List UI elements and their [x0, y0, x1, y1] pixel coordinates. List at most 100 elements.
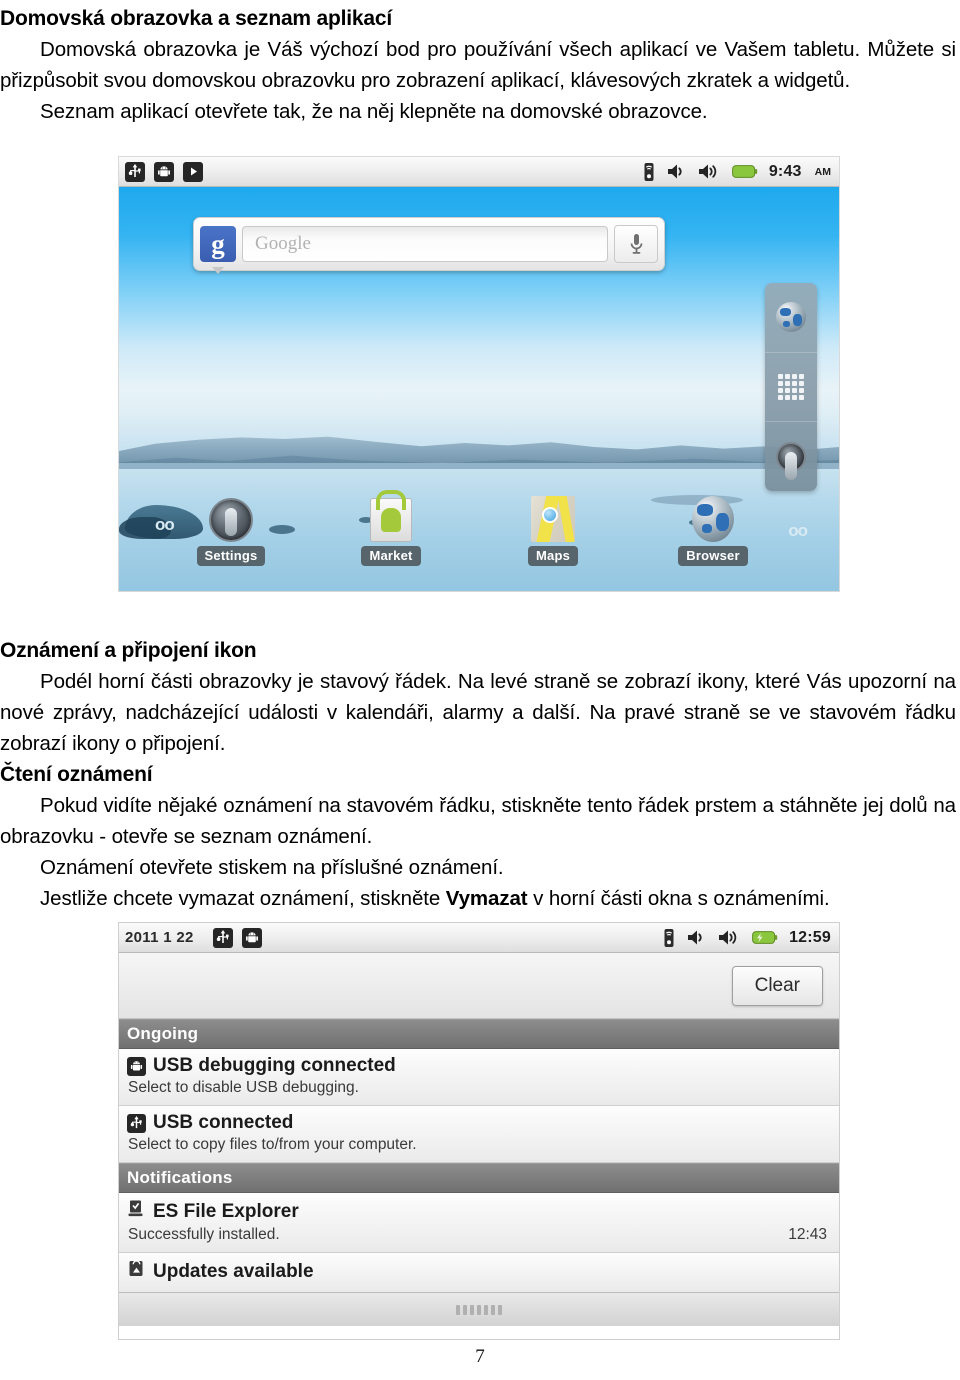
home-status-bar: 9:43 AM [119, 157, 839, 187]
notification-title-row: USB debugging connected [127, 1055, 829, 1077]
battery-icon [731, 164, 758, 179]
notification-item[interactable]: USB debugging connected Select to disabl… [119, 1049, 839, 1106]
notification-item[interactable]: Updates available [119, 1253, 839, 1292]
volume-ring-icon [718, 929, 741, 946]
text-block-middle-2: Čtení oznámení Pokud vidíte nějaké oznám… [0, 760, 958, 914]
google-logo-icon[interactable]: g [200, 226, 236, 274]
android-icon [154, 161, 174, 182]
play-icon [183, 161, 203, 182]
notification-status-left: 2011 1 22 [125, 927, 262, 948]
dock-icon-maps [499, 492, 607, 542]
usb-icon [125, 161, 145, 182]
notification-status-bar: 2011 1 22 12:59 [119, 923, 839, 953]
paragraph-6-bold: Vymazat [445, 887, 528, 910]
browser-globe-icon [692, 496, 734, 542]
google-search-widget[interactable]: g Google [193, 217, 665, 274]
notification-subtitle: Successfully installed. [128, 1226, 280, 1243]
side-panel-browser-button[interactable] [765, 283, 817, 352]
dock-item-settings[interactable]: Settings [177, 492, 285, 566]
chevron-down-icon[interactable] [212, 267, 224, 274]
volume-icon [687, 929, 707, 946]
google-logo-letter: g [211, 228, 225, 259]
paragraph-6: Jestliže chcete vymazat oznámení, stiskn… [0, 883, 956, 914]
home-dock: Settings Market Maps Browser [119, 492, 839, 588]
status-bar-right-icons: 9:43 AM [642, 162, 831, 182]
dock-item-market[interactable]: Market [337, 492, 445, 566]
notification-title: USB connected [153, 1112, 294, 1133]
dock-icon-settings [177, 492, 285, 542]
search-input[interactable]: Google [242, 226, 608, 262]
page-title: Domovská obrazovka a seznam aplikací [0, 7, 392, 30]
market-bag-icon [370, 498, 412, 542]
usb-icon [212, 927, 233, 948]
paragraph-6-before: Jestliže chcete vymazat oznámení, stiskn… [40, 887, 446, 910]
battery-charging-icon [752, 930, 778, 945]
voice-search-button[interactable] [614, 225, 658, 263]
dock-item-maps[interactable]: Maps [499, 492, 607, 566]
settings-icon [209, 498, 253, 542]
section-heading-notifications: Oznámení a připojení ikon [0, 639, 257, 662]
status-bar-date: 2011 1 22 [125, 929, 194, 946]
paragraph-1: Domovská obrazovka je Váš výchozí bod pr… [0, 38, 956, 92]
signal-icon [662, 928, 676, 948]
notification-drag-handle[interactable] [119, 1292, 839, 1326]
home-screen-wallpaper: oo oo g Google Settings Market Maps Brow… [119, 187, 839, 591]
download-done-icon [127, 1199, 146, 1224]
section-header-notifications: Notifications [119, 1163, 839, 1193]
section-header-ongoing: Ongoing [119, 1019, 839, 1049]
clear-button[interactable]: Clear [731, 965, 823, 1006]
notification-status-right: 12:59 [662, 928, 831, 948]
microphone-icon [630, 234, 642, 254]
notification-subtitle: Select to copy files to/from your comput… [128, 1136, 417, 1153]
paragraph-6-after: v horní části okna s oznámeními. [527, 887, 830, 910]
market-update-icon [127, 1259, 146, 1284]
volume-ring-icon [698, 163, 721, 180]
mountain-range-far [119, 436, 839, 463]
android-icon [241, 927, 262, 948]
dock-label-market: Market [361, 546, 421, 566]
text-block-top: Domovská obrazovka a seznam aplikací Dom… [0, 4, 958, 127]
notification-status-time: 12:59 [789, 928, 831, 946]
paragraph-2: Seznam aplikací otevřete tak, že na něj … [40, 100, 708, 123]
status-bar-left-icons [125, 161, 203, 182]
volume-icon [667, 163, 687, 180]
drag-grip-icon [456, 1304, 502, 1315]
dock-label-settings: Settings [196, 546, 266, 566]
home-screen-screenshot: 9:43 AM oo oo g Google Settings Market M… [118, 156, 840, 592]
notification-panel-screenshot: 2011 1 22 12:59 Clear Ongoing USB debugg… [118, 922, 840, 1340]
paragraph-5: Oznámení otevřete stiskem na příslušné o… [40, 856, 504, 879]
dock-item-browser[interactable]: Browser [659, 492, 767, 566]
usb-icon [127, 1113, 146, 1133]
manual-page: Domovská obrazovka a seznam aplikací Dom… [0, 0, 960, 1380]
dock-icon-market [337, 492, 445, 542]
notification-title-row: USB connected [127, 1112, 829, 1134]
notification-subtitle: Select to disable USB debugging. [128, 1079, 359, 1096]
notification-clear-bar: Clear [119, 953, 839, 1019]
notification-title-row: ES File Explorer [127, 1199, 829, 1224]
settings-icon [776, 441, 806, 472]
side-panel-settings-button[interactable] [765, 421, 817, 491]
section-heading-reading: Čtení oznámení [0, 763, 153, 786]
signal-icon [642, 162, 656, 182]
dock-label-maps: Maps [527, 546, 579, 566]
side-launcher-panel[interactable] [765, 283, 817, 491]
notification-title: ES File Explorer [153, 1200, 299, 1222]
app-grid-icon [778, 374, 804, 400]
notification-title-row: Updates available [127, 1259, 829, 1284]
page-number: 7 [475, 1346, 485, 1367]
android-icon [127, 1056, 146, 1076]
dock-icon-browser [659, 492, 767, 542]
paragraph-4: Pokud vidíte nějaké oznámení na stavovém… [0, 794, 956, 848]
notification-title: USB debugging connected [153, 1055, 396, 1076]
status-bar-ampm: AM [814, 165, 831, 178]
notification-panel-body: 2011 1 22 12:59 Clear Ongoing USB debugg… [119, 923, 839, 1339]
notification-title: Updates available [153, 1260, 314, 1282]
side-panel-apps-button[interactable] [765, 351, 817, 422]
notification-item[interactable]: USB connected Select to copy files to/fr… [119, 1106, 839, 1163]
notification-time: 12:43 [788, 1226, 827, 1243]
notification-item[interactable]: ES File Explorer Successfully installed.… [119, 1193, 839, 1253]
paragraph-3: Podél horní části obrazovky je stavový ř… [0, 670, 956, 755]
maps-icon [531, 496, 575, 542]
status-bar-time: 9:43 [768, 162, 802, 180]
dock-label-browser: Browser [678, 546, 748, 566]
